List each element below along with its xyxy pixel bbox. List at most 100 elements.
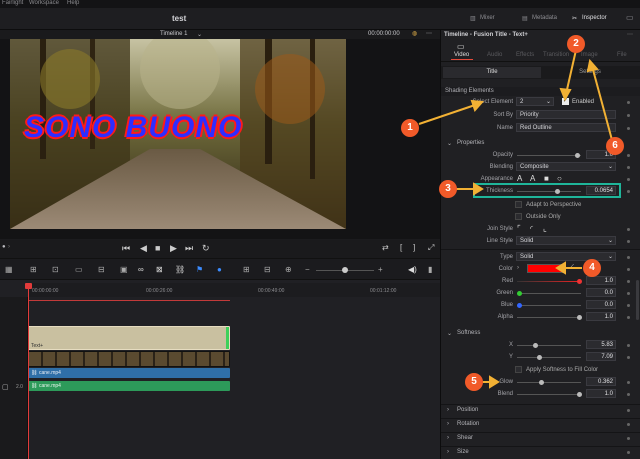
- tab-effects[interactable]: Effects: [516, 52, 534, 58]
- blend-slider-knob[interactable]: [577, 392, 582, 397]
- keyframe-dot[interactable]: [627, 451, 630, 454]
- video-thumbnails[interactable]: [28, 351, 230, 367]
- red-slider[interactable]: [517, 279, 582, 284]
- color-wheel-icon[interactable]: ◍: [412, 30, 417, 37]
- softness-x-slider[interactable]: [517, 343, 581, 348]
- shape-outline-icon[interactable]: ○: [557, 174, 562, 183]
- tab-audio[interactable]: Audio: [487, 52, 502, 58]
- video-tab-icon[interactable]: ▭: [457, 42, 465, 51]
- keyframe-dot[interactable]: [627, 154, 630, 157]
- size-section-header[interactable]: › Size: [441, 446, 640, 456]
- line-style-dropdown[interactable]: Solid ⌄: [516, 236, 616, 245]
- mark-out-icon[interactable]: ]: [413, 243, 415, 252]
- blue-slider[interactable]: [517, 303, 581, 308]
- glow-slider[interactable]: [517, 380, 581, 385]
- select-element-dropdown[interactable]: 2 ⌄: [516, 97, 554, 106]
- snap-icon[interactable]: ⊞: [30, 265, 37, 274]
- last-frame-icon[interactable]: ⏭: [185, 243, 193, 254]
- keyframe-dot[interactable]: [627, 437, 630, 440]
- sort-by-dropdown[interactable]: Priority: [516, 110, 616, 119]
- lock-icon[interactable]: ⊠: [156, 265, 163, 274]
- eyedropper-icon[interactable]: ⟋: [569, 264, 574, 272]
- keyframe-dot[interactable]: [627, 304, 630, 307]
- select-icon[interactable]: ▭: [75, 265, 83, 274]
- subtab-title[interactable]: Title: [443, 67, 541, 78]
- keyframe-dot[interactable]: [627, 166, 630, 169]
- keyframe-dot[interactable]: [627, 114, 630, 117]
- tab-file[interactable]: File: [617, 52, 627, 58]
- keyframe-dot[interactable]: [627, 228, 630, 231]
- video-clip[interactable]: ⛓ cane.mp4: [28, 368, 230, 378]
- play-icon[interactable]: ▶: [170, 243, 177, 254]
- keyframe-dot[interactable]: [627, 240, 630, 243]
- keyframe-dot[interactable]: [627, 127, 630, 130]
- mixer-button[interactable]: Mixer: [480, 15, 495, 21]
- speaker-icon[interactable]: ◀): [408, 265, 417, 274]
- zoom-custom-icon[interactable]: ⊕: [285, 265, 292, 274]
- alpha-slider[interactable]: [517, 315, 582, 320]
- more-icon[interactable]: ⋯: [627, 31, 633, 38]
- text-outline-icon[interactable]: A: [530, 174, 535, 183]
- audio-clip[interactable]: ⛓ cane.mp4: [28, 381, 230, 391]
- blue-slider-knob[interactable]: [517, 303, 522, 308]
- in-out-icon[interactable]: ⇄: [382, 243, 389, 252]
- rotation-section-header[interactable]: › Rotation: [441, 418, 640, 428]
- trim-icon[interactable]: ⊡: [52, 265, 59, 274]
- timeline-name[interactable]: Timeline 1: [160, 31, 187, 37]
- keyframe-dot[interactable]: [627, 409, 630, 412]
- loop-icon[interactable]: ↻: [202, 243, 210, 254]
- keyframe-dot[interactable]: [627, 393, 630, 396]
- blade-icon[interactable]: ⊟: [98, 265, 105, 274]
- inspector-scrollbar[interactable]: [636, 280, 639, 320]
- mark-in-icon[interactable]: [: [400, 243, 402, 252]
- keyframe-dot[interactable]: [627, 256, 630, 259]
- stop-icon[interactable]: ■: [155, 243, 160, 253]
- blending-dropdown[interactable]: Composite ⌄: [516, 162, 616, 171]
- keyframe-dot[interactable]: [627, 381, 630, 384]
- chevron-right-icon[interactable]: ›: [517, 265, 519, 271]
- zoom-in-icon[interactable]: +: [378, 265, 383, 274]
- keyframe-dot[interactable]: [627, 280, 630, 283]
- subtab-settings[interactable]: Settings: [541, 67, 639, 78]
- adapt-perspective-checkbox[interactable]: [515, 201, 522, 208]
- name-field[interactable]: Red Outline: [516, 123, 616, 132]
- softness-y-slider[interactable]: [517, 355, 581, 360]
- chevron-down-icon[interactable]: ⌄: [197, 31, 202, 38]
- softness-y-value[interactable]: 7.09: [586, 352, 616, 361]
- softness-y-slider-knob[interactable]: [537, 355, 542, 360]
- keyframe-dot[interactable]: [627, 268, 630, 271]
- metadata-button[interactable]: Metadata: [532, 15, 557, 21]
- opacity-slider-knob[interactable]: [575, 153, 580, 158]
- link-clip-icon[interactable]: ⛓: [175, 265, 185, 274]
- more-icon[interactable]: ⋯: [426, 30, 432, 37]
- fullscreen-icon[interactable]: ⤢: [428, 243, 434, 253]
- keyframe-dot[interactable]: [627, 316, 630, 319]
- shear-section-header[interactable]: › Shear: [441, 432, 640, 442]
- tab-image[interactable]: Image: [581, 52, 598, 58]
- flag-icon[interactable]: ⚑: [196, 265, 203, 274]
- glow-slider-knob[interactable]: [539, 380, 544, 385]
- keyframe-dot[interactable]: [627, 356, 630, 359]
- position-section-header[interactable]: › Position: [441, 404, 640, 414]
- video-frame[interactable]: SONO BUONO: [10, 39, 346, 229]
- zoom-detail-icon[interactable]: ⊟: [264, 265, 271, 274]
- marker-icon[interactable]: ●: [217, 265, 222, 274]
- text-fill-icon[interactable]: A: [517, 174, 522, 183]
- join-bevel-icon[interactable]: ⌞: [543, 224, 547, 233]
- apply-softness-checkbox[interactable]: [515, 366, 522, 373]
- type-dropdown[interactable]: Solid ⌄: [516, 252, 616, 261]
- chevron-right-icon[interactable]: ›: [8, 244, 10, 250]
- zoom-out-icon[interactable]: −: [305, 265, 310, 274]
- softness-x-value[interactable]: 5.83: [586, 340, 616, 349]
- first-frame-icon[interactable]: ⏮: [122, 243, 130, 254]
- join-sharp-icon[interactable]: ⌜: [517, 224, 521, 233]
- monitor-icon[interactable]: ▭: [626, 13, 634, 22]
- softness-x-slider-knob[interactable]: [533, 343, 538, 348]
- red-value[interactable]: 1.0: [586, 276, 616, 285]
- playhead[interactable]: [25, 283, 32, 459]
- keyframe-dot[interactable]: [627, 190, 630, 193]
- zoom-fit-icon[interactable]: ⊞: [243, 265, 250, 274]
- outside-only-checkbox[interactable]: [515, 213, 522, 220]
- join-round-icon[interactable]: ◜: [530, 224, 533, 233]
- blend-slider[interactable]: [517, 392, 582, 397]
